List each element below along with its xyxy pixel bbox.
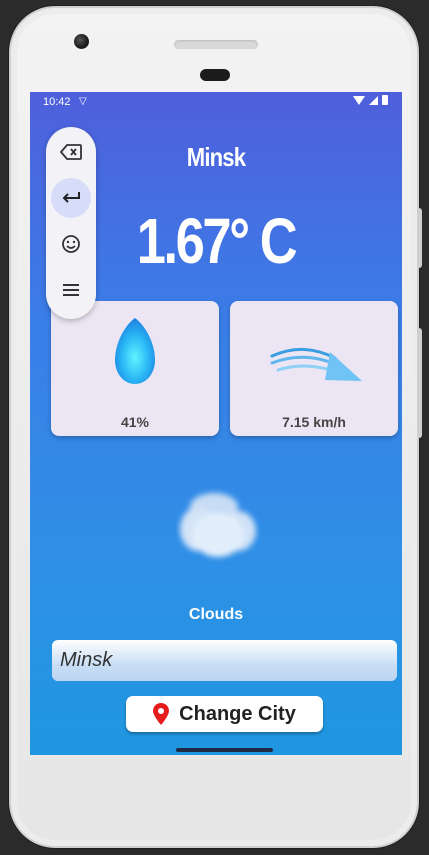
earpiece <box>200 69 230 81</box>
speaker-grille <box>174 40 258 49</box>
change-city-label: Change City <box>179 702 296 725</box>
wind-value: 7.15 km/h <box>282 414 346 430</box>
backspace-icon[interactable] <box>51 132 91 172</box>
wifi-icon <box>353 95 365 105</box>
phone-frame: 10:42 ▽ Minsk 1.67° C 41% 7.15 km/h Clou… <box>9 6 422 848</box>
battery-icon <box>382 95 388 105</box>
city-input[interactable] <box>52 640 397 681</box>
front-camera <box>74 34 89 49</box>
weather-condition: Clouds <box>188 606 244 623</box>
location-pin-icon <box>153 703 170 725</box>
power-button <box>417 328 422 438</box>
humidity-value: 41% <box>120 414 150 430</box>
signal-icon <box>369 95 378 105</box>
water-drop-icon <box>115 318 155 384</box>
volume-button <box>417 208 422 268</box>
cloud-icon <box>180 493 256 557</box>
temperature: 1.67° C <box>136 205 298 277</box>
emoji-icon[interactable] <box>51 224 91 264</box>
menu-icon[interactable] <box>51 270 91 310</box>
wind-card: 7.15 km/h <box>230 301 398 436</box>
status-time: 10:42 <box>43 96 71 108</box>
change-city-button[interactable]: Change City <box>126 696 323 732</box>
keyboard-toolbar <box>46 127 96 319</box>
humidity-card: 41% <box>51 301 219 436</box>
shield-icon: ▽ <box>79 96 87 107</box>
status-bar: 10:42 ▽ <box>30 92 402 114</box>
status-icons <box>353 95 388 105</box>
city-name: Minsk <box>186 142 246 172</box>
enter-icon[interactable] <box>51 178 91 218</box>
wind-icon <box>270 347 362 381</box>
home-indicator[interactable] <box>176 748 273 752</box>
